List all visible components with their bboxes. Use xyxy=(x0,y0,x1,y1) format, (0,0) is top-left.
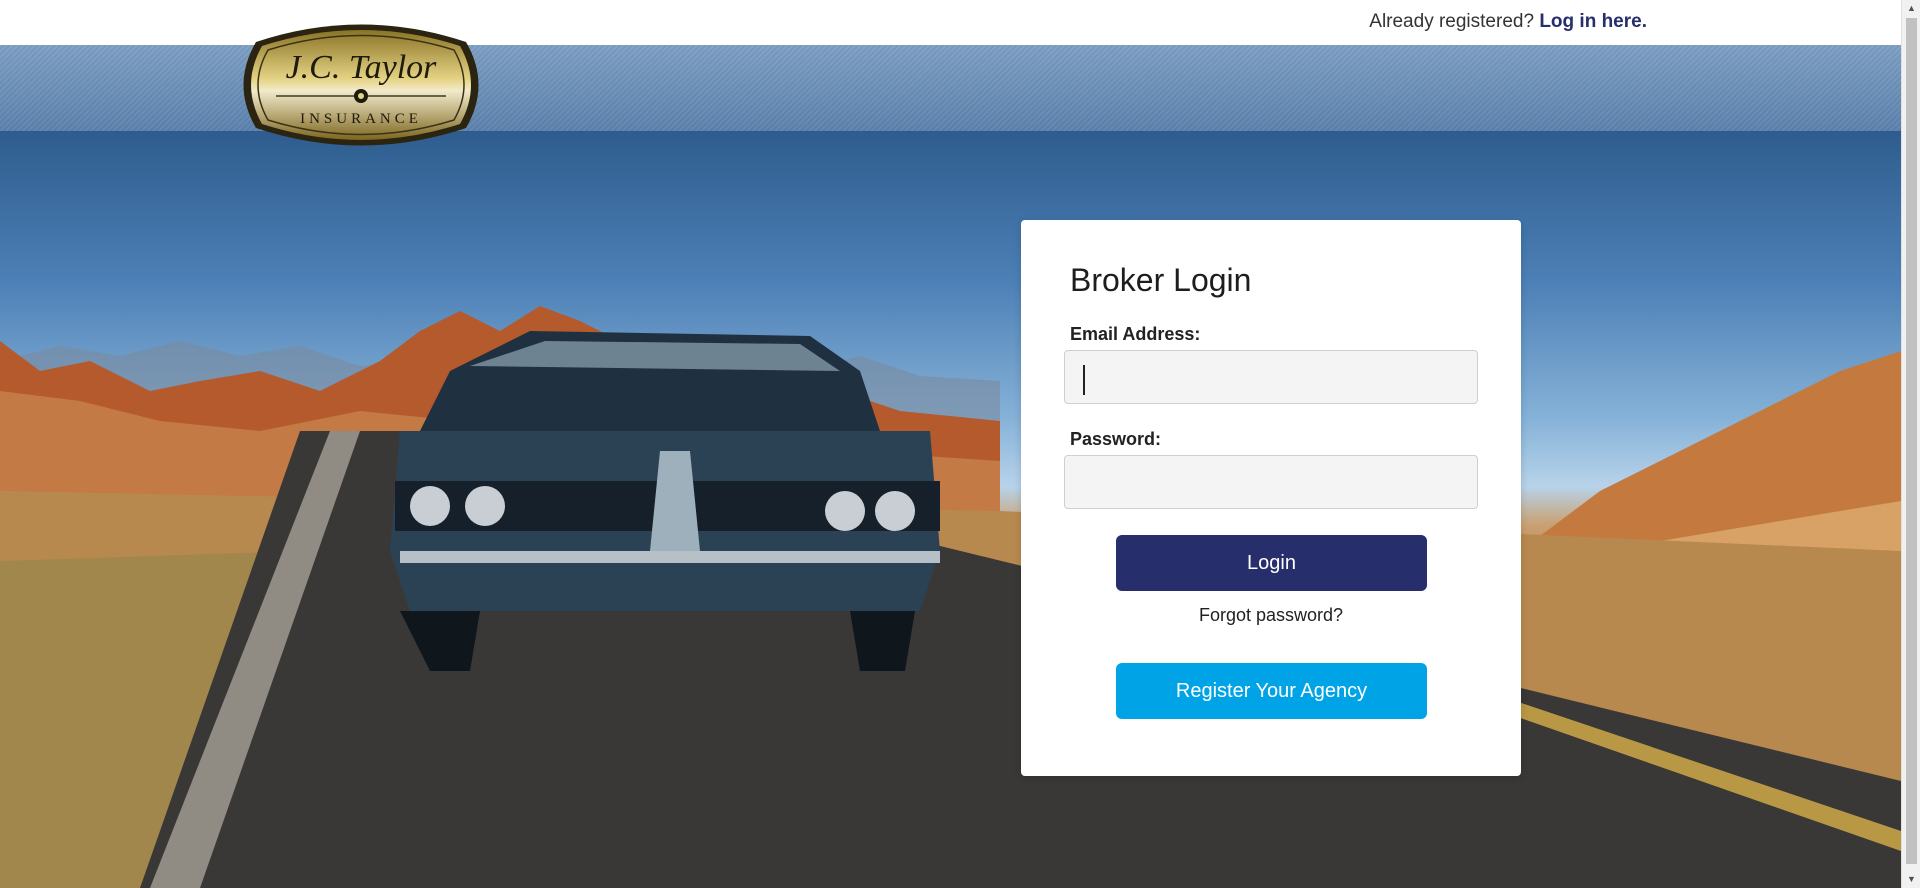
logo-sub-text: INSURANCE xyxy=(300,111,422,127)
email-label: Email Address: xyxy=(1070,324,1201,344)
vertical-scrollbar[interactable]: ▲ ▼ xyxy=(1901,0,1920,888)
hero-scene xyxy=(0,306,1901,888)
already-registered-text: Already registered? xyxy=(1369,11,1535,32)
scrollbar-thumb[interactable] xyxy=(1906,18,1917,864)
hero-background-image xyxy=(0,131,1901,888)
login-button[interactable]: Login xyxy=(1116,535,1427,591)
scroll-down-arrow-icon[interactable]: ▼ xyxy=(1902,871,1920,888)
register-agency-button[interactable]: Register Your Agency xyxy=(1116,663,1427,719)
already-registered-notice: Already registered? Log in here. xyxy=(1369,11,1647,33)
login-card-title: Broker Login xyxy=(1070,262,1252,298)
login-here-link[interactable]: Log in here. xyxy=(1539,11,1647,32)
password-label: Password: xyxy=(1070,429,1162,449)
jc-taylor-logo[interactable]: J.C. Taylor INSURANCE xyxy=(236,12,486,158)
logo-main-text: J.C. Taylor xyxy=(286,49,438,86)
broker-login-card: Broker Login Email Address: Password: Lo… xyxy=(1021,220,1521,776)
text-cursor xyxy=(1083,365,1085,395)
scroll-up-arrow-icon[interactable]: ▲ xyxy=(1902,0,1920,17)
password-input[interactable] xyxy=(1064,455,1478,509)
forgot-password-link[interactable]: Forgot password? xyxy=(1021,605,1521,626)
email-input[interactable] xyxy=(1064,350,1478,404)
